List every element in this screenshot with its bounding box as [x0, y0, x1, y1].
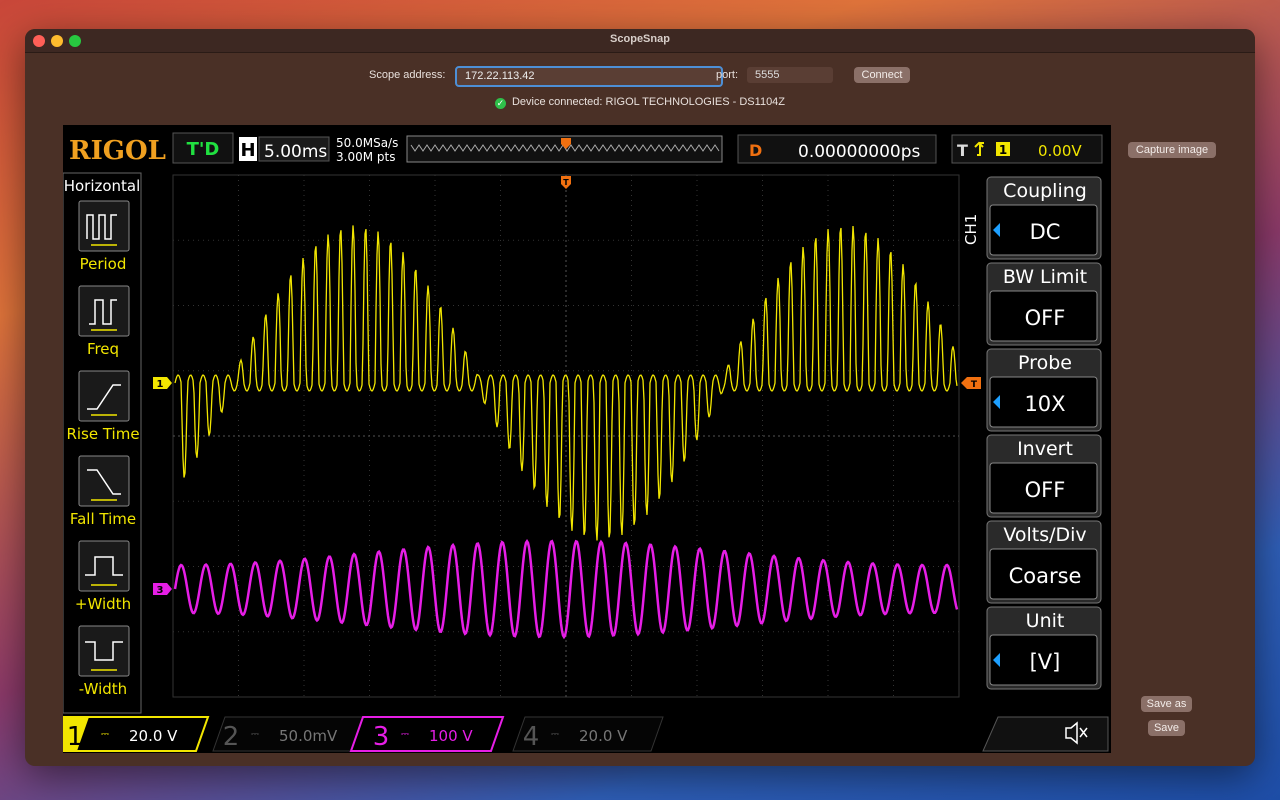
left-menu-item-label: Period — [80, 255, 127, 273]
channel-scale: 20.0 V — [579, 727, 628, 745]
h-label: H — [240, 140, 255, 161]
right-menu-label: Probe — [1018, 352, 1072, 374]
right-menu-label: Coupling — [1003, 180, 1087, 202]
run-state: T'D — [187, 139, 220, 160]
right-menu-label: BW Limit — [1003, 266, 1087, 288]
left-menu-title: Horizontal — [64, 177, 141, 195]
channel-1-indicator[interactable]: 1 ⎓ 20.0 V — [63, 716, 210, 752]
right-menu-item[interactable]: Coupling DC — [986, 176, 1102, 260]
channel-number: 3 — [373, 722, 390, 752]
left-menu-item-label: +Width — [75, 595, 131, 613]
sound-box — [982, 716, 1109, 752]
timebase: 5.00ms — [264, 142, 327, 162]
left-menu-item[interactable]: -Width — [78, 625, 130, 698]
app-window: ScopeSnap Scope address: 172.22.113.42 p… — [25, 29, 1255, 766]
scope-address-input[interactable]: 172.22.113.42 — [455, 66, 723, 87]
period-icon — [78, 200, 130, 252]
channel-scale: 20.0 V — [129, 727, 178, 745]
right-menu-value: [V] — [1030, 650, 1061, 674]
capture-image-button[interactable]: Capture image — [1128, 142, 1216, 158]
fall-time-icon — [78, 455, 130, 507]
check-circle-icon: ✓ — [494, 98, 506, 109]
frequency-icon — [78, 285, 130, 337]
scope-screenshot: RIGOL T'D H 5.00ms 50.0MSa/s 3.00M pts D… — [63, 125, 1111, 753]
left-menu-item-label: Fall Time — [70, 510, 136, 528]
trigger-level-marker-label: T — [971, 380, 978, 390]
channel-scale: 100 V — [429, 727, 473, 745]
trigger-source: 1 — [999, 143, 1007, 157]
channel-number: 1 — [67, 722, 84, 752]
dc-coupling-icon: ⎓ — [101, 729, 109, 740]
port-label: port: — [716, 69, 739, 81]
right-menu-item[interactable]: Unit [V] — [986, 606, 1102, 690]
right-menu-value: DC — [1030, 220, 1061, 244]
right-menu-item[interactable]: Invert OFF — [986, 434, 1102, 518]
channel-bar: 1 ⎓ 20.0 V 2 ⎓ 50.0mV 3 ⎓ 100 V 4 ⎓ 20.0 V — [63, 716, 664, 752]
left-menu-item[interactable]: Period — [78, 200, 130, 273]
rise-time-icon — [78, 370, 130, 422]
right-menu-value: 10X — [1024, 392, 1065, 416]
channel-2-indicator[interactable]: 2 ⎓ 50.0mV — [212, 716, 364, 752]
address-label: Scope address: — [369, 69, 446, 81]
save-button[interactable]: Save — [1148, 720, 1185, 736]
delay-label: D — [749, 141, 762, 160]
port-input[interactable]: 5555 — [747, 67, 833, 83]
right-menu-items: Coupling DC BW Limit OFF Probe 10X Invert OFF Vo… — [986, 176, 1102, 690]
right-menu-value: Coarse — [1009, 564, 1082, 588]
right-menu-value: OFF — [1025, 306, 1066, 330]
window-title: ScopeSnap — [610, 33, 670, 45]
left-menu-item-label: Rise Time — [66, 425, 139, 443]
positive-width-icon — [78, 540, 130, 592]
channel-scale: 50.0mV — [279, 727, 338, 745]
trigger-label: T — [957, 141, 968, 160]
delay-value: 0.00000000ps — [798, 142, 921, 162]
right-menu-item[interactable]: BW Limit OFF — [986, 262, 1102, 346]
connection-row: Scope address: 172.22.113.42 port: 5555 … — [25, 65, 1255, 87]
sample-rate: 50.0MSa/s — [336, 136, 398, 150]
left-menu-item[interactable]: +Width — [75, 540, 131, 613]
connect-button[interactable]: Connect — [854, 67, 910, 83]
right-menu-item[interactable]: Volts/Div Coarse — [986, 520, 1102, 604]
channel-3-indicator[interactable]: 3 ⎓ 100 V — [349, 716, 505, 752]
right-menu-label: Volts/Div — [1003, 524, 1086, 546]
save-as-button[interactable]: Save as — [1141, 696, 1192, 712]
ch1-level-marker-label: 1 — [157, 379, 164, 390]
right-menu-label: Unit — [1026, 610, 1065, 632]
dc-coupling-icon: ⎓ — [401, 729, 409, 740]
negative-width-icon — [78, 625, 130, 677]
dc-coupling-icon: ⎓ — [551, 729, 559, 740]
channel-number: 2 — [223, 722, 240, 752]
right-menu-item[interactable]: Probe 10X — [986, 348, 1102, 432]
dc-coupling-icon: ⎓ — [251, 729, 259, 740]
trigger-time-marker-label: T — [563, 178, 569, 187]
channel-4-indicator[interactable]: 4 ⎓ 20.0 V — [512, 716, 664, 752]
trigger-level: 0.00V — [1038, 142, 1082, 160]
channel-number: 4 — [523, 722, 540, 752]
left-menu-item[interactable]: Fall Time — [70, 455, 136, 528]
left-menu-item-label: -Width — [79, 680, 127, 698]
title-bar: ScopeSnap — [25, 29, 1255, 53]
right-menu-label: Invert — [1017, 438, 1073, 460]
left-menu-item-label: Freq — [87, 340, 119, 358]
right-menu-value: OFF — [1025, 478, 1066, 502]
right-menu-channel: CH1 — [962, 214, 980, 245]
ch3-level-marker-label: 3 — [157, 585, 164, 596]
status-text: Device connected: RIGOL TECHNOLOGIES - D… — [511, 96, 786, 108]
memory-depth: 3.00M pts — [336, 150, 395, 164]
connection-status: ✓ Device connected: RIGOL TECHNOLOGIES - … — [25, 96, 1255, 109]
rigol-logo: RIGOL — [69, 136, 166, 166]
